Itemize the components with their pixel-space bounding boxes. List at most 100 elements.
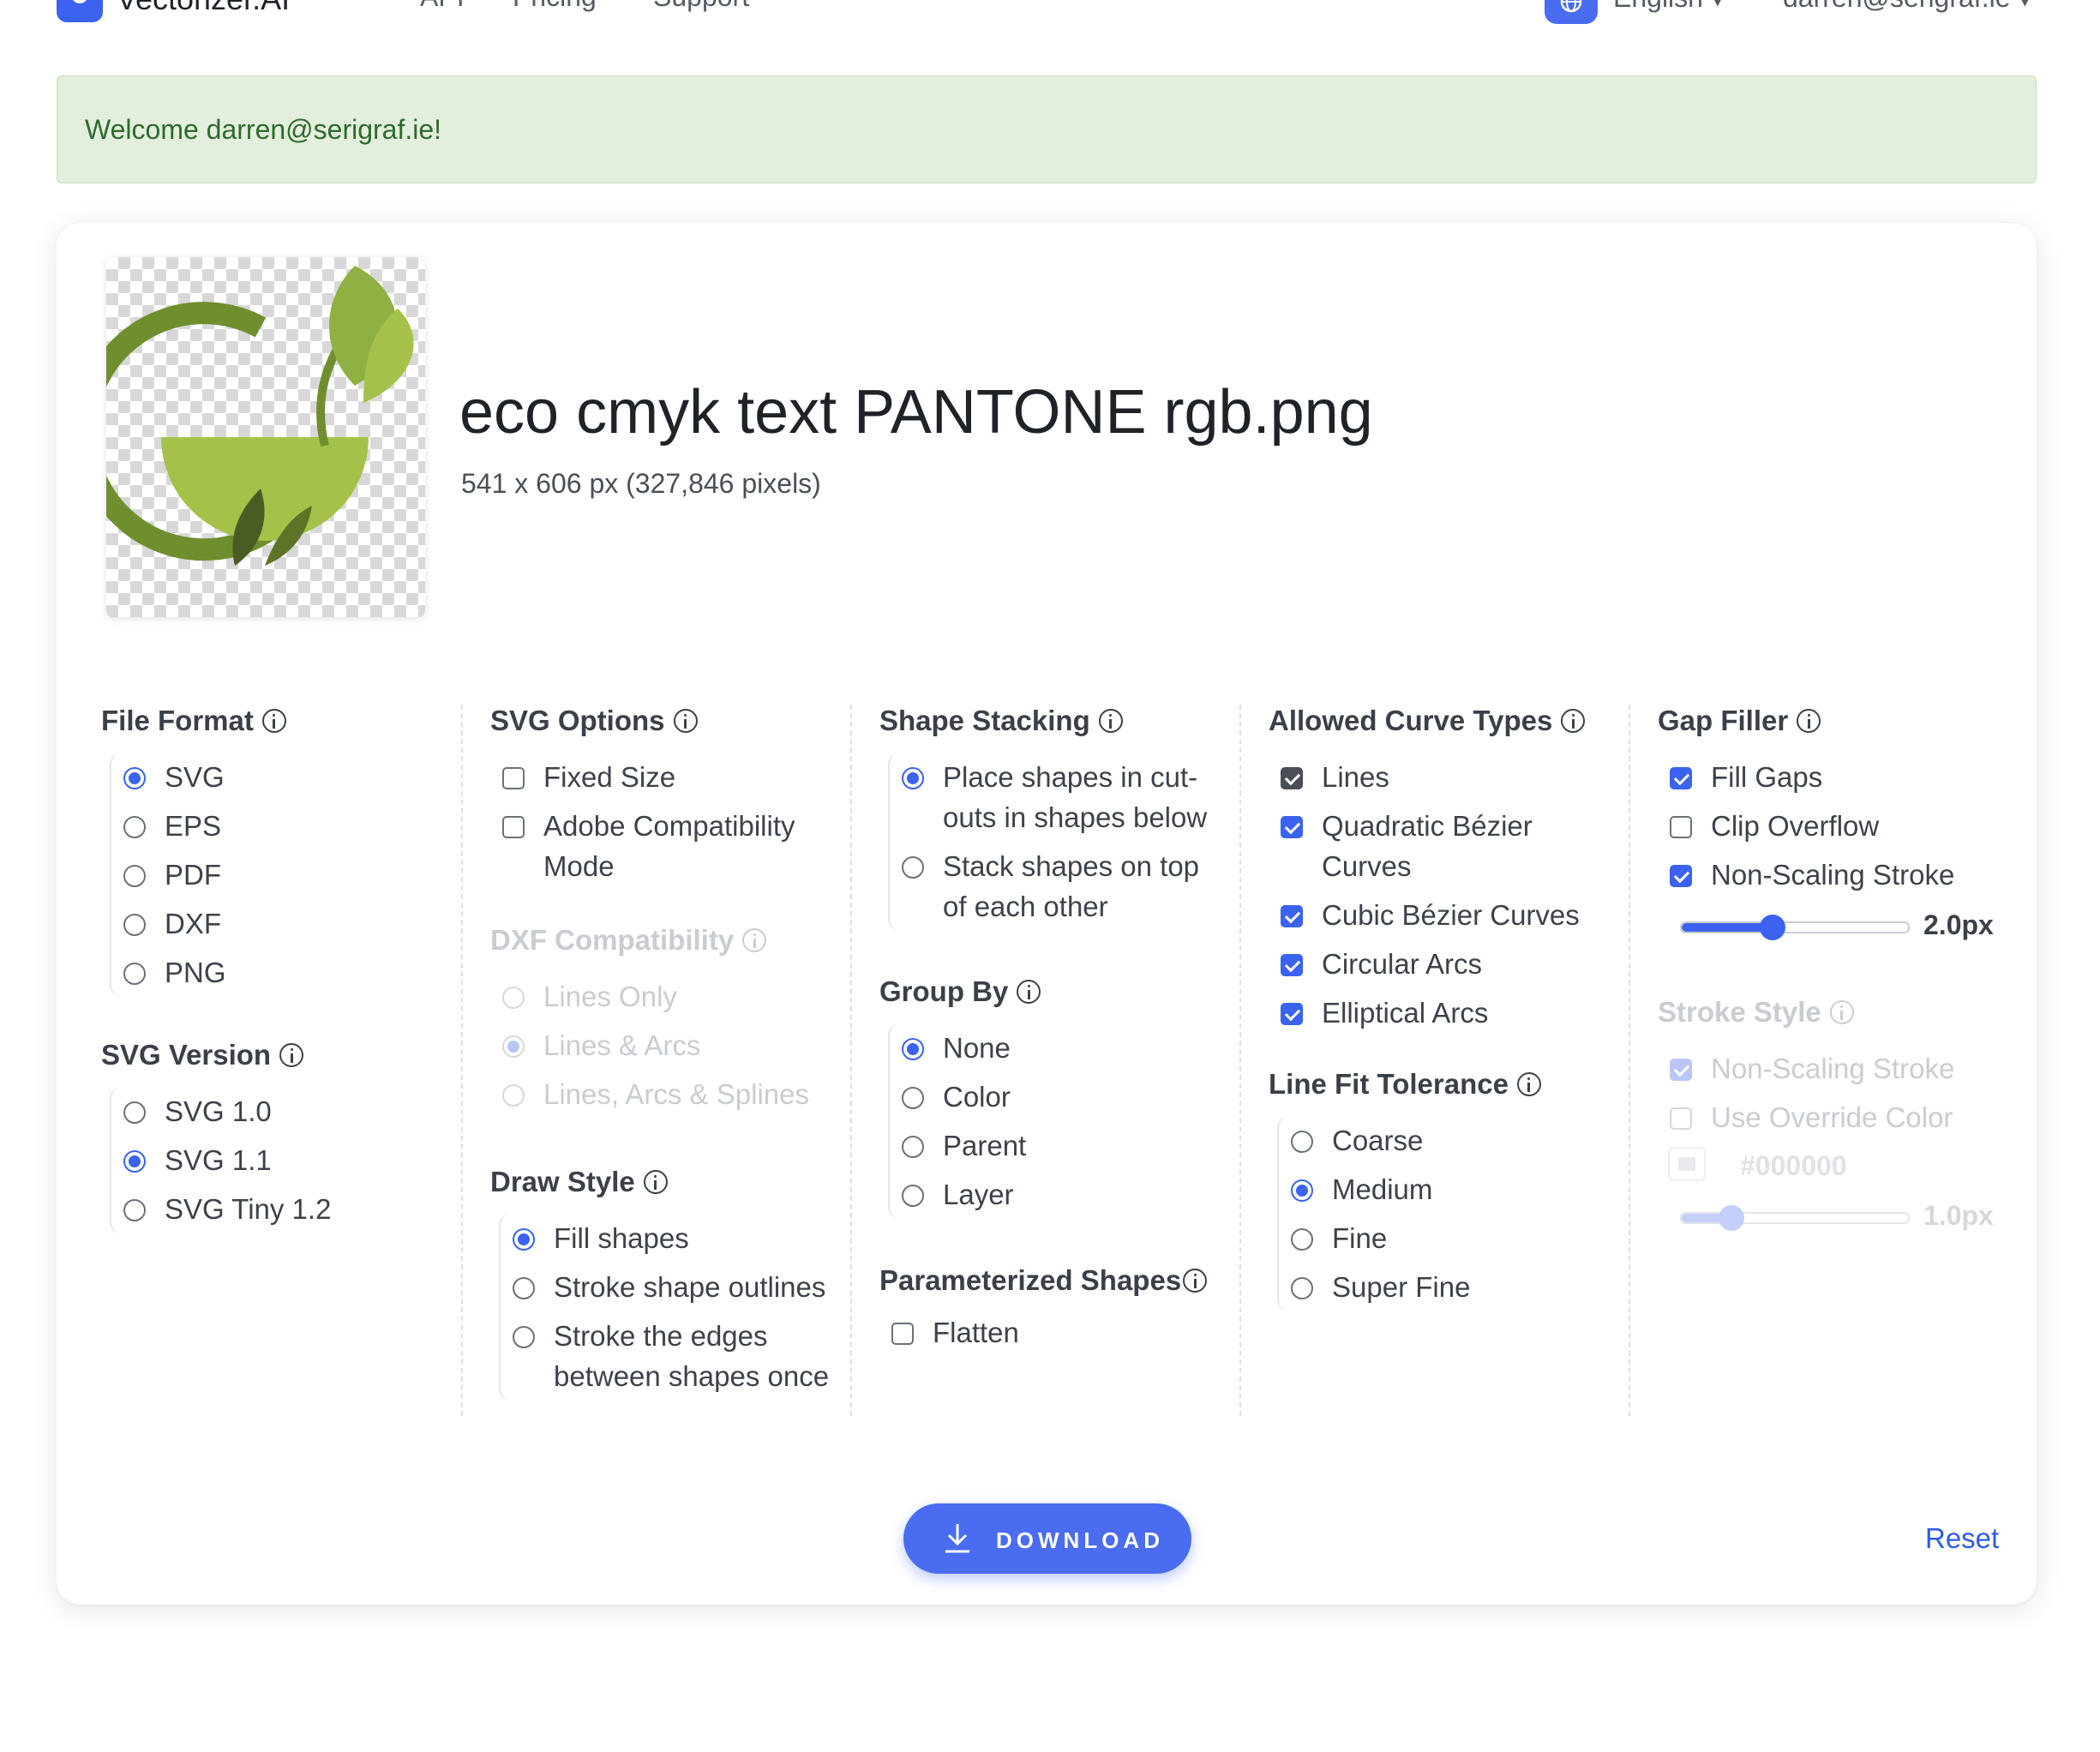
language-selector[interactable]: English ▾: [1613, 0, 1725, 14]
radio-button[interactable]: [123, 865, 146, 887]
info-icon[interactable]: [1561, 709, 1586, 733]
group-by-title: Group By: [879, 975, 1009, 1007]
radio-fine[interactable]: Fine: [1279, 1214, 1629, 1263]
radio-group-layer[interactable]: Layer: [890, 1170, 1239, 1219]
checkbox-cubic-bezier[interactable]: Cubic Bézier Curves: [1269, 891, 1629, 939]
vectorizer-logo-icon[interactable]: [57, 0, 103, 22]
checkbox[interactable]: [1281, 905, 1303, 927]
slider-handle[interactable]: [1759, 915, 1785, 940]
checkbox-fixed-size[interactable]: Fixed Size: [490, 753, 850, 801]
checkbox[interactable]: [891, 1323, 914, 1345]
brand-name[interactable]: Vectorizer.AI: [117, 0, 290, 17]
checkbox[interactable]: [1670, 816, 1692, 838]
radio-button[interactable]: [1291, 1228, 1313, 1251]
slider-track[interactable]: [1680, 915, 1910, 940]
vectorize-result-card: eco cmyk text PANTONE rgb.png 541 x 606 …: [57, 223, 2037, 1605]
checkbox-flatten[interactable]: Flatten: [879, 1308, 1239, 1357]
info-icon[interactable]: [261, 709, 286, 733]
radio-button[interactable]: [902, 767, 924, 789]
reset-link[interactable]: Reset: [1925, 1522, 1999, 1555]
checkbox-fill-gaps[interactable]: Fill Gaps: [1658, 753, 2018, 801]
info-icon[interactable]: [1017, 980, 1041, 1004]
override-color-value: #000000: [1740, 1150, 1847, 1181]
radio-button[interactable]: [1291, 1179, 1313, 1202]
radio-button[interactable]: [123, 1199, 146, 1221]
radio-button[interactable]: [1291, 1277, 1313, 1299]
checkbox-lines[interactable]: Lines: [1269, 753, 1629, 801]
radio-button[interactable]: [123, 816, 146, 838]
radio-button[interactable]: [902, 1185, 924, 1207]
checkbox-circular-arcs[interactable]: Circular Arcs: [1269, 939, 1629, 988]
radio-eps[interactable]: EPS: [111, 801, 461, 850]
svg-options-section: SVG Options Fixed Size Adobe Compatibili…: [490, 705, 850, 891]
radio-button[interactable]: [513, 1228, 535, 1251]
radio-button[interactable]: [1291, 1131, 1313, 1153]
info-icon[interactable]: [643, 1170, 668, 1194]
checkbox[interactable]: [502, 767, 525, 789]
file-name-heading: eco cmyk text PANTONE rgb.png: [459, 378, 1373, 447]
info-icon[interactable]: [673, 709, 698, 733]
radio-button[interactable]: [513, 1326, 535, 1348]
info-icon[interactable]: [1183, 1269, 1208, 1293]
radio-stroke-shape-outlines[interactable]: Stroke shape outlines: [501, 1263, 850, 1311]
column-divider: [461, 705, 463, 1416]
radio-fill-shapes[interactable]: Fill shapes: [501, 1214, 850, 1263]
radio-place-in-cutouts[interactable]: Place shapes in cut-outs in shapes below: [890, 753, 1239, 842]
checkbox[interactable]: [1670, 865, 1692, 887]
nav-link-support[interactable]: Support: [653, 0, 749, 13]
checkbox[interactable]: [1670, 767, 1692, 789]
radio-pdf[interactable]: PDF: [111, 850, 461, 899]
radio-button: [502, 1084, 525, 1107]
radio-button[interactable]: [902, 856, 924, 879]
gap-filler-stroke-slider[interactable]: 2.0px: [1658, 899, 2018, 951]
radio-button[interactable]: [123, 963, 146, 985]
checkbox[interactable]: [1281, 954, 1303, 976]
radio-super-fine[interactable]: Super Fine: [1279, 1263, 1629, 1311]
slider-handle: [1719, 1205, 1745, 1231]
nav-link-pricing[interactable]: Pricing: [513, 0, 597, 13]
radio-stroke-edges[interactable]: Stroke the edges between shapes once: [501, 1311, 850, 1401]
radio-button[interactable]: [123, 767, 146, 789]
radio-button[interactable]: [513, 1277, 535, 1299]
checkbox-clip-overflow[interactable]: Clip Overflow: [1658, 801, 2018, 850]
radio-svg-1-1[interactable]: SVG 1.1: [111, 1136, 461, 1185]
radio-medium[interactable]: Medium: [1279, 1165, 1629, 1214]
radio-svg-1-0[interactable]: SVG 1.0: [111, 1087, 461, 1136]
info-icon[interactable]: [1797, 709, 1821, 733]
radio-button[interactable]: [123, 1150, 146, 1173]
radio-button[interactable]: [123, 1101, 146, 1124]
user-menu[interactable]: darren@serigraf.ie ▾: [1783, 0, 2031, 14]
globe-icon[interactable]: [1545, 0, 1598, 24]
checkbox-quadratic-bezier[interactable]: Quadratic Bézier Curves: [1269, 801, 1629, 891]
radio-png[interactable]: PNG: [111, 948, 461, 997]
radio-group-parent[interactable]: Parent: [890, 1121, 1239, 1170]
checkbox-non-scaling-stroke[interactable]: Non-Scaling Stroke: [1658, 850, 2018, 899]
radio-group-color[interactable]: Color: [890, 1072, 1239, 1121]
radio-group-none[interactable]: None: [890, 1023, 1239, 1072]
options-column-4: Allowed Curve Types Lines Quadratic Bézi…: [1269, 705, 1629, 1416]
checkbox-elliptical-arcs[interactable]: Elliptical Arcs: [1269, 988, 1629, 1037]
checkbox-adobe-compatibility[interactable]: Adobe Compatibility Mode: [490, 801, 850, 891]
radio-stack-on-top[interactable]: Stack shapes on top of each other: [890, 842, 1239, 931]
radio-svg-tiny-1-2[interactable]: SVG Tiny 1.2: [111, 1185, 461, 1233]
radio-button[interactable]: [902, 1087, 924, 1109]
download-button[interactable]: DOWNLOAD: [903, 1503, 1191, 1574]
radio-button[interactable]: [902, 1136, 924, 1158]
radio-button[interactable]: [123, 914, 146, 936]
nav-link-api[interactable]: API: [420, 0, 465, 13]
radio-button[interactable]: [902, 1038, 924, 1060]
stroke-style-title: Stroke Style: [1658, 996, 1821, 1028]
info-icon[interactable]: [279, 1043, 304, 1067]
radio-dxf[interactable]: DXF: [111, 899, 461, 948]
checkbox: [1670, 1059, 1692, 1081]
radio-svg[interactable]: SVG: [111, 753, 461, 801]
info-icon[interactable]: [1516, 1072, 1541, 1096]
checkbox[interactable]: [502, 816, 525, 838]
info-icon[interactable]: [1098, 709, 1123, 733]
checkbox[interactable]: [1281, 816, 1303, 838]
radio-coarse[interactable]: Coarse: [1279, 1116, 1629, 1165]
slider-fill: [1682, 923, 1773, 932]
checkbox[interactable]: [1281, 767, 1303, 789]
welcome-message: Welcome darren@serigraf.ie!: [85, 114, 442, 145]
checkbox[interactable]: [1281, 1003, 1303, 1025]
